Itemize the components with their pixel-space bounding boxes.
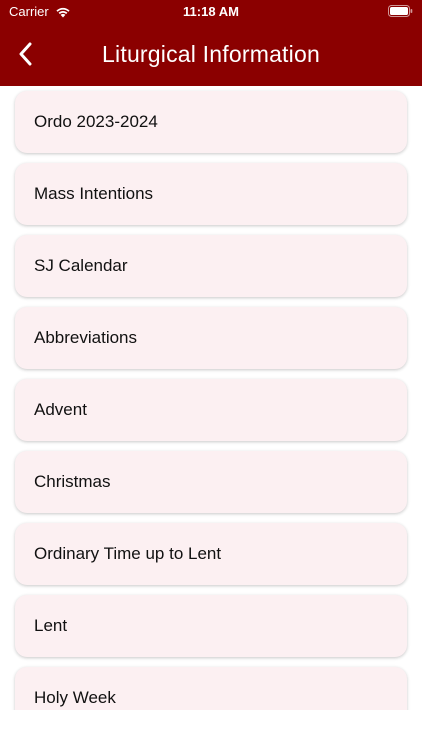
list-item-ordo[interactable]: Ordo 2023-2024 bbox=[15, 91, 407, 153]
list-item-advent[interactable]: Advent bbox=[15, 379, 407, 441]
battery-icon bbox=[388, 5, 413, 17]
list-item-ordinary-time[interactable]: Ordinary Time up to Lent bbox=[15, 523, 407, 585]
list-item-abbreviations[interactable]: Abbreviations bbox=[15, 307, 407, 369]
list-item-holy-week[interactable]: Holy Week bbox=[15, 667, 407, 710]
list-item-mass-intentions[interactable]: Mass Intentions bbox=[15, 163, 407, 225]
liturgical-menu-list: Ordo 2023-2024 Mass Intentions SJ Calend… bbox=[0, 86, 422, 710]
list-item-sj-calendar[interactable]: SJ Calendar bbox=[15, 235, 407, 297]
bottom-safe-area bbox=[0, 710, 422, 750]
navigation-bar: Liturgical Information bbox=[0, 28, 422, 82]
list-item-christmas[interactable]: Christmas bbox=[15, 451, 407, 513]
app-header: Carrier 11:18 AM Liturgical Information bbox=[0, 0, 422, 86]
list-item-lent[interactable]: Lent bbox=[15, 595, 407, 657]
status-bar: Carrier 11:18 AM bbox=[0, 0, 422, 24]
page-title: Liturgical Information bbox=[102, 41, 320, 67]
clock: 11:18 AM bbox=[183, 4, 239, 19]
